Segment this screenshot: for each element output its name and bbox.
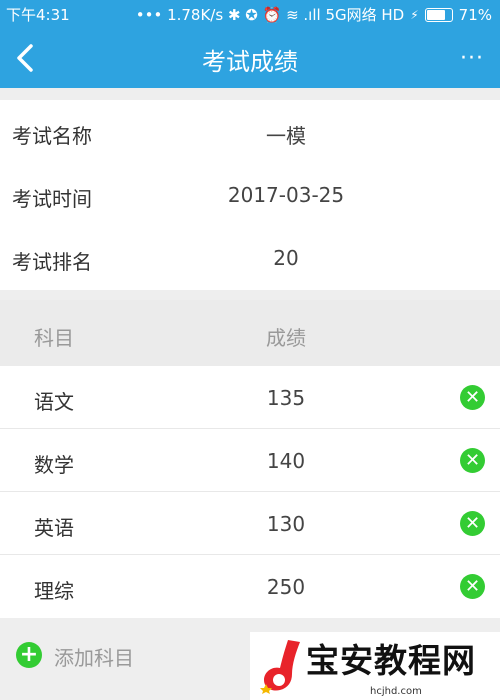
info-row-name: 考试名称 一模: [0, 100, 500, 164]
charging-icon: ⚡: [410, 7, 419, 22]
exam-date-value[interactable]: 2017-03-25: [196, 183, 376, 207]
info-label: 考试排名: [12, 250, 92, 274]
close-circle-icon[interactable]: ✕: [460, 511, 485, 536]
score-cell[interactable]: 135: [196, 386, 376, 410]
watermark-logo-icon: [260, 640, 300, 694]
plus-circle-icon: +: [16, 642, 42, 668]
more-button[interactable]: ···: [452, 36, 492, 80]
table-row: 语文 135 ✕: [0, 366, 500, 429]
info-label: 考试名称: [12, 124, 92, 148]
info-label: 考试时间: [12, 187, 92, 211]
add-subject-label: 添加科目: [54, 646, 134, 670]
score-cell[interactable]: 140: [196, 449, 376, 473]
score-cell[interactable]: 250: [196, 575, 376, 599]
watermark: 宝安教程网 hcjhd.com: [250, 632, 500, 700]
subject-cell[interactable]: 理综: [34, 575, 74, 604]
status-icons: ••• 1.78K/s ✱ ✪ ⏰ ≋ .ıll 5G网络 HD ⚡ 71%: [136, 4, 492, 25]
close-circle-icon[interactable]: ✕: [460, 385, 485, 410]
subject-cell[interactable]: 语文: [34, 386, 74, 415]
table-row: 理综 250 ✕: [0, 555, 500, 618]
battery-icon: [424, 7, 453, 22]
info-row-date: 考试时间 2017-03-25: [0, 163, 500, 227]
exam-rank-value[interactable]: 20: [196, 246, 376, 270]
status-time: 下午4:31: [6, 6, 70, 24]
info-row-rank: 考试排名 20: [0, 226, 500, 290]
status-bar: 下午4:31 ••• 1.78K/s ✱ ✪ ⏰ ≋ .ıll 5G网络 HD …: [0, 0, 500, 28]
exam-info-section: 考试名称 一模 考试时间 2017-03-25 考试排名 20: [0, 100, 500, 290]
subject-cell[interactable]: 数学: [34, 449, 74, 478]
watermark-text: 宝安教程网: [306, 641, 476, 680]
close-circle-icon[interactable]: ✕: [460, 448, 485, 473]
score-cell[interactable]: 130: [196, 512, 376, 536]
table-row: 英语 130 ✕: [0, 492, 500, 555]
status-indicators: ••• 1.78K/s ✱ ✪ ⏰ ≋ .ıll 5G网络 HD: [135, 6, 405, 24]
nav-bar: 考试成绩 ···: [0, 28, 500, 88]
battery-percent: 71%: [458, 5, 492, 24]
table-row: 数学 140 ✕: [0, 429, 500, 492]
exam-name-value[interactable]: 一模: [196, 120, 376, 149]
score-table: 语文 135 ✕ 数学 140 ✕ 英语 130 ✕ 理综 250 ✕: [0, 366, 500, 618]
subject-cell[interactable]: 英语: [34, 512, 74, 541]
score-table-header: 科目 成绩: [0, 300, 500, 366]
top-bar: 下午4:31 ••• 1.78K/s ✱ ✪ ⏰ ≋ .ıll 5G网络 HD …: [0, 0, 500, 88]
column-header-subject: 科目: [34, 326, 74, 350]
watermark-url: hcjhd.com: [370, 686, 422, 697]
page-title: 考试成绩: [202, 48, 298, 76]
column-header-score: 成绩: [266, 326, 306, 350]
close-circle-icon[interactable]: ✕: [460, 574, 485, 599]
